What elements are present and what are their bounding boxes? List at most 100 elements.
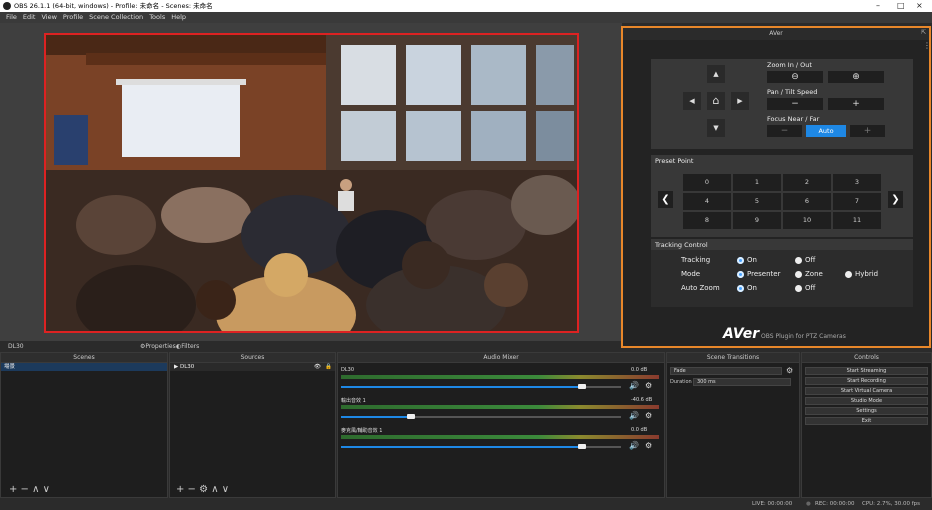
source-preview-image[interactable] xyxy=(44,33,579,333)
aver-panel-title: AVer xyxy=(623,28,929,40)
volume-slider-fill xyxy=(341,386,582,388)
menu-file[interactable]: File xyxy=(6,12,17,23)
scene-transitions-dock: Scene Transitions Fade ⚙ Duration 300 ms xyxy=(666,352,800,498)
focus-near-button[interactable]: − xyxy=(767,125,802,137)
preset-5[interactable]: 5 xyxy=(733,193,781,210)
mode-presenter-radio[interactable]: Presenter xyxy=(737,269,780,279)
pan-speed-minus-button[interactable]: − xyxy=(767,98,823,110)
mode-zone-radio[interactable]: Zone xyxy=(795,269,823,279)
menu-bar: File Edit View Profile Scene Collection … xyxy=(0,12,932,23)
preset-1[interactable]: 1 xyxy=(733,174,781,191)
tracking-control-box: Tracking Control Tracking Mode Auto Zoom… xyxy=(651,239,913,307)
minimize-button[interactable]: – xyxy=(876,0,880,12)
undock-icon[interactable]: ⇱ xyxy=(921,29,926,36)
pan-speed-label: Pan / Tilt Speed xyxy=(767,88,818,96)
gear-icon[interactable]: ⚙ xyxy=(645,411,652,420)
autozoom-on-radio[interactable]: On xyxy=(737,283,757,293)
volume-slider-handle[interactable] xyxy=(578,444,586,449)
level-meter xyxy=(341,405,659,409)
preset-4[interactable]: 4 xyxy=(683,193,731,210)
autozoom-off-radio[interactable]: Off xyxy=(795,283,815,293)
tilt-down-button[interactable]: ▼ xyxy=(707,119,725,137)
start-virtual-camera-button[interactable]: Start Virtual Camera xyxy=(805,387,928,395)
tracking-on-radio[interactable]: On xyxy=(737,255,757,265)
speaker-icon[interactable]: 🔊 xyxy=(629,381,639,390)
scenes-dock: Scenes 場景 + − ∧ ∨ xyxy=(0,352,168,498)
close-button[interactable]: × xyxy=(916,0,923,12)
speaker-icon[interactable]: 🔊 xyxy=(629,441,639,450)
menu-help[interactable]: Help xyxy=(171,12,186,23)
focus-auto-button[interactable]: Auto xyxy=(806,125,846,137)
speaker-icon[interactable]: 🔊 xyxy=(629,411,639,420)
preset-3[interactable]: 3 xyxy=(833,174,881,191)
focus-far-button[interactable]: + xyxy=(850,125,885,137)
maximize-button[interactable]: □ xyxy=(897,0,905,12)
exit-button[interactable]: Exit xyxy=(805,417,928,425)
scene-item[interactable]: 場景 xyxy=(1,363,167,371)
transition-settings-gear-icon[interactable]: ⚙ xyxy=(786,366,793,375)
preset-prev-button[interactable]: ❮ xyxy=(658,191,673,208)
menu-scene-collection[interactable]: Scene Collection xyxy=(89,12,143,23)
preset-11[interactable]: 11 xyxy=(833,212,881,229)
more-options-icon[interactable]: ⋮ xyxy=(923,42,931,50)
cpu-fps: CPU: 2.7%, 30.00 fps xyxy=(862,501,921,507)
menu-tools[interactable]: Tools xyxy=(149,12,165,23)
properties-button[interactable]: ⚙Properties xyxy=(140,341,176,352)
conference-photo xyxy=(46,35,577,331)
pan-right-button[interactable]: ▶ xyxy=(731,92,749,110)
source-item[interactable]: ▶ DL30 👁 🔒 xyxy=(170,363,335,371)
scenes-footer-controls[interactable]: + − ∧ ∨ xyxy=(9,484,50,496)
gear-icon[interactable]: ⚙ xyxy=(645,381,652,390)
channel-name: 輸出音效 1 xyxy=(341,398,366,404)
preset-6[interactable]: 6 xyxy=(783,193,831,210)
radio-unselected-icon xyxy=(795,284,802,292)
transition-select[interactable]: Fade xyxy=(670,367,782,375)
tracking-off-radio[interactable]: Off xyxy=(795,255,815,265)
aver-logo: AVer xyxy=(723,326,760,342)
volume-slider-track xyxy=(582,446,621,448)
menu-edit[interactable]: Edit xyxy=(23,12,36,23)
home-button[interactable]: ⌂ xyxy=(707,92,725,110)
visibility-eye-icon[interactable]: 👁 xyxy=(314,363,321,371)
duration-label: Duration xyxy=(670,379,692,385)
volume-slider-handle[interactable] xyxy=(578,384,586,389)
audio-mixer-dock: Audio Mixer DL30 0.0 dB 🔊 ⚙ 輸出音效 1 -40.6 dB 🔊 ⚙… xyxy=(337,352,665,498)
title-bar: OBS 26.1.1 (64-bit, windows) - Profile: … xyxy=(0,0,932,12)
preset-8[interactable]: 8 xyxy=(683,212,731,229)
window-title: OBS 26.1.1 (64-bit, windows) - Profile: … xyxy=(14,2,213,10)
filters-button[interactable]: ◐Filters xyxy=(176,341,199,352)
settings-button[interactable]: Settings xyxy=(805,407,928,415)
channel-db: 0.0 dB xyxy=(631,427,648,433)
current-source-name: DL30 xyxy=(8,343,24,350)
radio-selected-icon xyxy=(737,284,744,292)
zoom-in-button[interactable]: ⊕ xyxy=(828,71,884,83)
pan-speed-plus-button[interactable]: + xyxy=(828,98,884,110)
preset-2[interactable]: 2 xyxy=(783,174,831,191)
mixer-channel: 麥克風/輔助音效 1 0.0 dB 🔊 ⚙ xyxy=(341,427,661,455)
preset-7[interactable]: 7 xyxy=(833,193,881,210)
gear-icon[interactable]: ⚙ xyxy=(645,441,652,450)
controls-title: Controls xyxy=(802,353,931,363)
tilt-up-button[interactable]: ▲ xyxy=(707,65,725,83)
audio-mixer-title: Audio Mixer xyxy=(338,353,664,363)
mode-label: Mode xyxy=(681,270,701,278)
preset-9[interactable]: 9 xyxy=(733,212,781,229)
zoom-out-button[interactable]: ⊖ xyxy=(767,71,823,83)
menu-view[interactable]: View xyxy=(41,12,56,23)
sources-footer-controls[interactable]: + − ⚙ ∧ ∨ xyxy=(176,484,229,496)
lock-icon[interactable]: 🔒 xyxy=(325,363,332,371)
start-recording-button[interactable]: Start Recording xyxy=(805,377,928,385)
focus-label: Focus Near / Far xyxy=(767,115,820,123)
menu-profile[interactable]: Profile xyxy=(63,12,83,23)
mode-hybrid-radio[interactable]: Hybrid xyxy=(845,269,878,279)
preset-0[interactable]: 0 xyxy=(683,174,731,191)
pan-left-button[interactable]: ◀ xyxy=(683,92,701,110)
studio-mode-button[interactable]: Studio Mode xyxy=(805,397,928,405)
volume-slider-track xyxy=(411,416,621,418)
preset-10[interactable]: 10 xyxy=(783,212,831,229)
level-meter xyxy=(341,435,659,439)
start-streaming-button[interactable]: Start Streaming xyxy=(805,367,928,375)
duration-input[interactable]: 300 ms xyxy=(693,378,791,386)
volume-slider-handle[interactable] xyxy=(407,414,415,419)
preset-next-button[interactable]: ❯ xyxy=(888,191,903,208)
